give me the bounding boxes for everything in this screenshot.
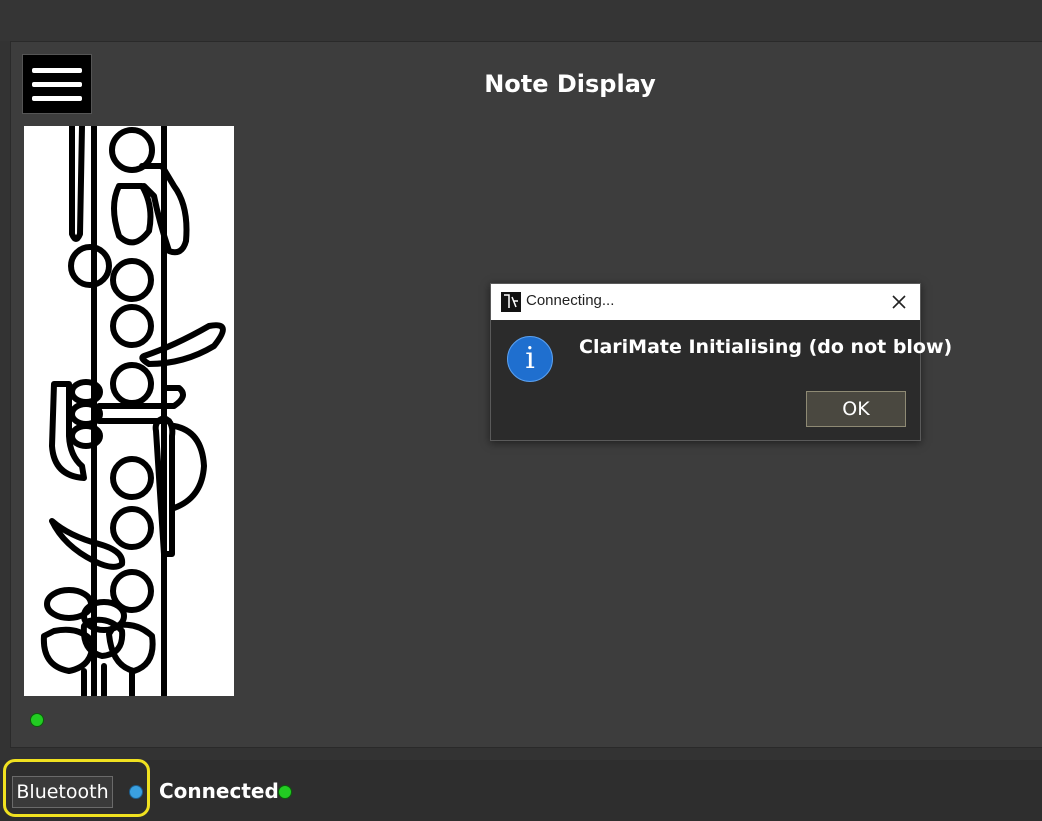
menu-bar-icon [32, 81, 82, 87]
dialog-titlebar[interactable]: Connecting... [491, 284, 920, 320]
info-icon: i [507, 336, 553, 382]
dialog-message: ClariMate Initialising (do not blow) [579, 336, 953, 358]
menu-bar-icon [32, 95, 82, 101]
clarinet-fingering-diagram [24, 126, 234, 696]
dialog-title: Connecting... [526, 292, 615, 309]
bluetooth-status-led [129, 785, 143, 799]
connecting-dialog: Connecting... i ClariMate Initialising (… [490, 283, 952, 441]
bottom-status-bar [0, 760, 1042, 821]
note-status-led [30, 713, 44, 727]
close-icon[interactable] [887, 290, 911, 314]
hamburger-menu-button[interactable] [22, 54, 92, 114]
connected-status-led [278, 785, 292, 799]
clarinet-keys-icon [40, 126, 226, 696]
ok-button[interactable]: OK [806, 391, 906, 427]
bluetooth-button[interactable]: Bluetooth [12, 776, 113, 808]
connected-label: Connected [159, 779, 279, 803]
menu-bar-icon [32, 67, 82, 73]
page-title: Note Display [484, 70, 656, 98]
app-icon [501, 292, 521, 312]
window-top-strip [0, 0, 1042, 41]
